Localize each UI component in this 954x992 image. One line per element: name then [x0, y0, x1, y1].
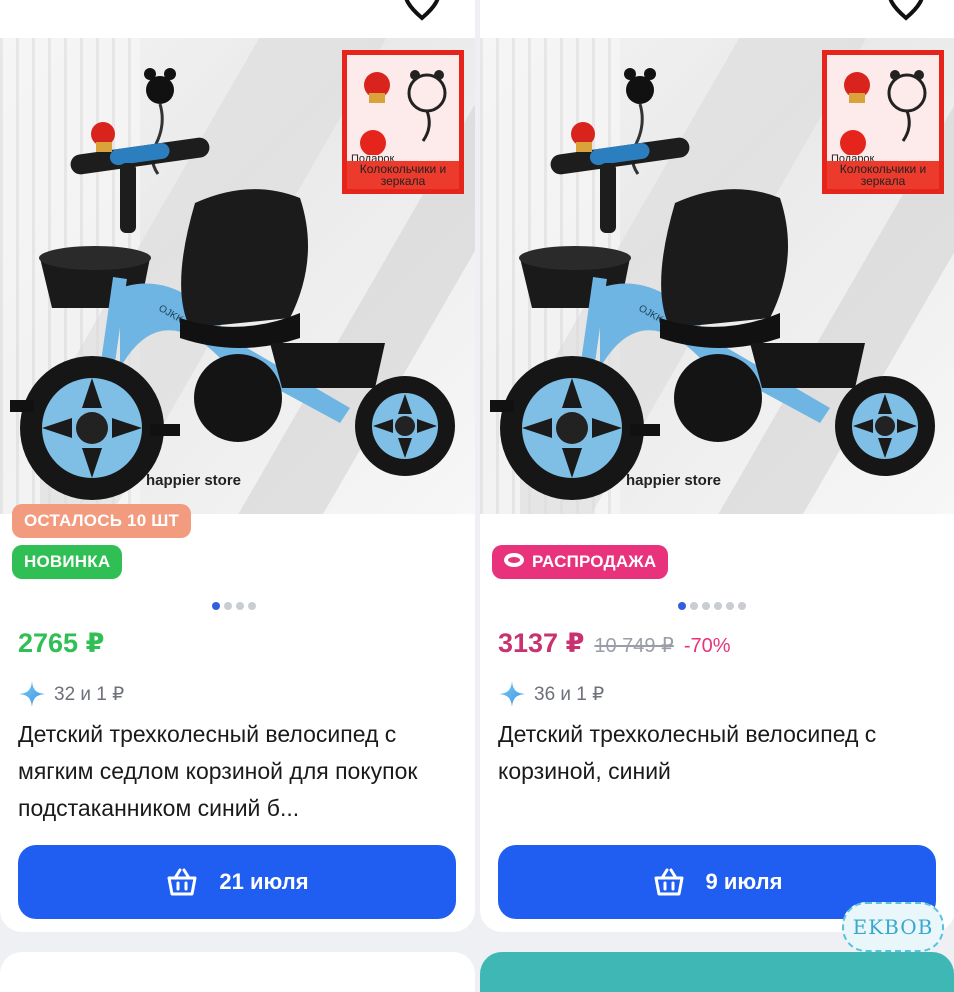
- reviews-text: 32 и 1 ₽: [54, 683, 125, 705]
- sparkle-icon: [499, 681, 525, 707]
- next-product-card[interactable]: [480, 952, 954, 992]
- product-card[interactable]: OJKK-X Подарок Колокольчики и зеркала ha…: [0, 0, 475, 932]
- carousel-dot[interactable]: [678, 602, 686, 610]
- heart-icon[interactable]: [884, 0, 928, 22]
- sale-badge: РАСПРОДАЖА: [492, 545, 669, 579]
- product-title[interactable]: Детский трехколесный велосипед с корзино…: [498, 716, 938, 790]
- reviews-text: 36 и 1 ₽: [534, 683, 605, 705]
- sale-badge-label: РАСПРОДАЖА: [532, 552, 657, 571]
- carousel-dot[interactable]: [212, 602, 220, 610]
- store-watermark: happier store: [626, 472, 722, 489]
- delivery-date: 21 июля: [219, 869, 309, 894]
- delivery-date: 9 июля: [705, 869, 783, 894]
- product-title[interactable]: Детский трехколесный велосипед с мягким …: [18, 716, 458, 827]
- current-price: 2765 ₽: [18, 628, 105, 658]
- product-image[interactable]: OJKK-X Подарок Колокольчики и зеркала ha…: [480, 38, 954, 514]
- current-price: 3137 ₽: [498, 628, 585, 658]
- product-card[interactable]: OJKK-X Подарок Колокольчики и зеркала ha…: [480, 0, 954, 932]
- reviews-row[interactable]: 32 и 1 ₽: [18, 680, 124, 708]
- store-watermark: happier store: [146, 472, 242, 489]
- basket-icon: [654, 868, 684, 896]
- image-carousel-dots[interactable]: [212, 602, 256, 610]
- sparkle-icon: [19, 681, 45, 707]
- sale-ring-icon: [504, 553, 524, 567]
- carousel-dot[interactable]: [224, 602, 232, 610]
- carousel-dot[interactable]: [714, 602, 722, 610]
- gift-promo-sticker: Подарок Колокольчики и зеркала: [342, 50, 464, 194]
- reviews-row[interactable]: 36 и 1 ₽: [498, 680, 604, 708]
- carousel-dot[interactable]: [726, 602, 734, 610]
- carousel-dot[interactable]: [236, 602, 244, 610]
- price-block: 2765 ₽: [18, 628, 104, 659]
- low-stock-badge: ОСТАЛОСЬ 10 ШТ: [12, 504, 192, 538]
- gift-caption: Колокольчики и зеркала: [827, 161, 939, 189]
- new-badge: НОВИНКА: [12, 545, 123, 579]
- heart-icon[interactable]: [400, 0, 444, 22]
- gift-caption: Колокольчики и зеркала: [347, 161, 459, 189]
- price-block: 3137 ₽ 10 749 ₽ -70%: [498, 628, 731, 659]
- gift-promo-sticker: Подарок Колокольчики и зеркала: [822, 50, 944, 194]
- basket-icon: [167, 868, 197, 896]
- product-image[interactable]: OJKK-X Подарок Колокольчики и зеркала ha…: [0, 38, 475, 514]
- bell-and-mirror-icon: [360, 70, 447, 156]
- carousel-dot[interactable]: [248, 602, 256, 610]
- carousel-dot[interactable]: [702, 602, 710, 610]
- carousel-dot[interactable]: [690, 602, 698, 610]
- bell-and-mirror-icon: [840, 70, 927, 156]
- add-to-cart-button[interactable]: 21 июля: [18, 845, 456, 919]
- image-carousel-dots[interactable]: [678, 602, 746, 610]
- watermark-logo: EKBOB: [842, 902, 944, 952]
- discount-percent: -70%: [683, 635, 731, 657]
- carousel-dot[interactable]: [738, 602, 746, 610]
- old-price: 10 749 ₽: [594, 635, 674, 657]
- next-product-card[interactable]: [0, 952, 475, 992]
